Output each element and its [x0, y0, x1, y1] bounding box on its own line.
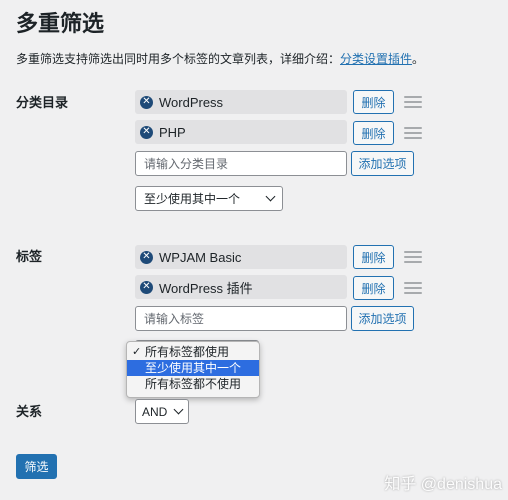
- page-title: 多重筛选: [16, 11, 105, 36]
- delete-button[interactable]: 删除: [353, 245, 394, 269]
- tag-label-heading: 标签: [16, 249, 43, 264]
- remove-icon[interactable]: ✕: [140, 250, 153, 264]
- description-text: 多重筛选支持筛选出同时用多个标签的文章列表，详细介绍：: [16, 52, 341, 66]
- tag-label: PHP: [159, 124, 186, 140]
- dropdown-option[interactable]: 所有标签都不使用: [127, 376, 259, 392]
- description-end: 。: [412, 52, 425, 66]
- tag-label: WordPress 插件: [159, 280, 253, 296]
- tag-relation-dropdown: ✓ 所有标签都使用 至少使用其中一个 所有标签都不使用: [126, 341, 260, 398]
- remove-icon[interactable]: ✕: [140, 280, 153, 294]
- page-description: 多重筛选支持筛选出同时用多个标签的文章列表，详细介绍：分类设置插件。: [16, 51, 424, 67]
- tag-input[interactable]: 请输入标签: [135, 306, 347, 331]
- category-input[interactable]: 请输入分类目录: [135, 151, 347, 176]
- drag-handle-icon[interactable]: [404, 282, 422, 294]
- tag-wpjam-basic: ✕ WPJAM Basic: [135, 245, 347, 269]
- relation-select[interactable]: AND: [135, 399, 189, 424]
- category-tag-wordpress: ✕ WordPress: [135, 90, 347, 114]
- category-relation-select[interactable]: 至少使用其中一个: [135, 186, 283, 211]
- dropdown-option[interactable]: 至少使用其中一个: [127, 360, 259, 376]
- category-label: 分类目录: [16, 95, 69, 110]
- filter-submit-button[interactable]: 筛选: [16, 454, 57, 479]
- remove-icon[interactable]: ✕: [140, 125, 153, 139]
- delete-button[interactable]: 删除: [353, 90, 394, 114]
- tag-label: WordPress: [159, 94, 224, 110]
- add-option-button[interactable]: 添加选项: [351, 151, 414, 176]
- category-tag-php: ✕ PHP: [135, 120, 347, 144]
- select-value: AND: [142, 404, 168, 419]
- chevron-down-icon: [173, 404, 184, 415]
- relation-label: 关系: [16, 404, 43, 419]
- description-link[interactable]: 分类设置插件: [340, 52, 412, 66]
- tag-wordpress-plugin: ✕ WordPress 插件: [135, 275, 347, 299]
- tag-label: WPJAM Basic: [159, 249, 242, 265]
- dropdown-option[interactable]: ✓ 所有标签都使用: [127, 344, 259, 360]
- drag-handle-icon[interactable]: [404, 251, 422, 263]
- select-value: 至少使用其中一个: [144, 192, 241, 206]
- remove-icon[interactable]: ✕: [140, 95, 153, 109]
- check-icon: ✓: [132, 346, 142, 358]
- drag-handle-icon[interactable]: [404, 127, 422, 139]
- watermark: 知乎 @denishua: [384, 476, 502, 493]
- drag-handle-icon[interactable]: [404, 96, 422, 108]
- add-option-button[interactable]: 添加选项: [351, 306, 414, 331]
- delete-button[interactable]: 删除: [353, 276, 394, 300]
- delete-button[interactable]: 删除: [353, 121, 394, 145]
- chevron-down-icon: [265, 191, 276, 202]
